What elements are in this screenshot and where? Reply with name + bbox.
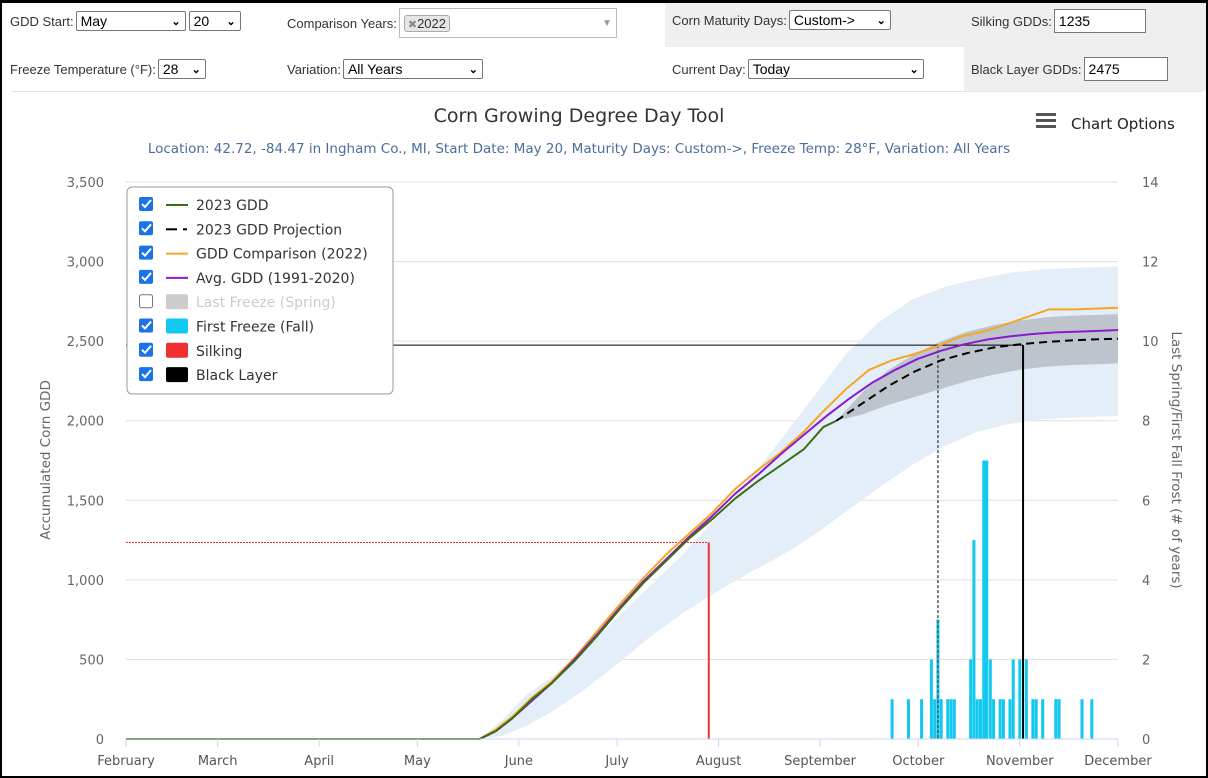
y2-tick-label: 10: [1142, 335, 1159, 350]
frost-bar: [1041, 699, 1045, 739]
checkbox-checked: [139, 269, 153, 284]
frost-bar: [978, 699, 982, 739]
frost-bar: [949, 699, 953, 739]
frost-bar: [982, 460, 989, 739]
frost-bar: [998, 699, 1002, 739]
legend-item[interactable]: Last Freeze (Spring): [139, 294, 336, 311]
legend-label: Silking: [196, 344, 242, 360]
legend-label: Last Freeze (Spring): [196, 295, 336, 311]
frost-bar: [906, 699, 910, 739]
menu-icon-bar: [1036, 125, 1056, 128]
legend-label: Black Layer: [196, 368, 278, 384]
frost-bars: [890, 460, 1094, 739]
frost-bar: [946, 699, 950, 739]
y-tick-label: 0: [96, 733, 104, 748]
frost-bar: [920, 699, 924, 739]
x-tick-label: November: [986, 754, 1054, 769]
frost-bar: [1031, 699, 1035, 739]
checkbox-checked: [139, 197, 153, 211]
frost-bar: [1080, 699, 1084, 739]
frost-bar: [1008, 699, 1012, 739]
y-tick-label: 500: [79, 653, 104, 668]
x-tick-label: August: [696, 754, 742, 769]
x-tick-label: July: [604, 754, 629, 769]
frost-bar: [952, 699, 956, 739]
x-tick-label: March: [198, 754, 238, 769]
x-tick-label: September: [784, 754, 857, 769]
frost-bar: [969, 659, 973, 739]
y-axis-label: Accumulated Corn GDD: [38, 380, 54, 540]
x-tick-label: June: [504, 754, 533, 769]
frost-bar: [1011, 659, 1015, 739]
frost-bar: [988, 659, 992, 739]
chart-options-button[interactable]: Chart Options: [1036, 113, 1175, 133]
checkbox-checked: [139, 342, 153, 357]
checkbox-unchecked: [139, 294, 153, 309]
legend-box-symbol: [166, 318, 188, 334]
gdd-chart: Corn Growing Degree Day Tool Location: 4…: [38, 105, 1184, 769]
frost-bar: [1090, 699, 1094, 739]
frost-bar: [890, 699, 894, 739]
legend: 2023 GDD 2023 GDD Projection GDD Compariso…: [126, 186, 394, 395]
frost-bar: [1018, 659, 1022, 739]
frost-bar: [1024, 659, 1028, 739]
menu-icon-bar: [1036, 113, 1056, 116]
frost-bar: [1034, 699, 1038, 739]
frost-bar: [929, 659, 933, 739]
y2-axis-label: Last Spring/First Fall Frost (# of years…: [1168, 331, 1184, 588]
legend-label: 2023 GDD Projection: [196, 222, 342, 238]
y-tick-label: 3,000: [67, 256, 104, 271]
legend-label: 2023 GDD: [196, 198, 269, 214]
legend-label: Avg. GDD (1991-2020): [196, 271, 355, 287]
y2-tick-label: 4: [1142, 574, 1150, 589]
checkbox-checked: [139, 318, 153, 333]
legend-box-symbol: [166, 342, 188, 358]
frost-bar: [1057, 699, 1061, 739]
y-tick-label: 3,500: [67, 176, 104, 191]
checkbox-checked: [139, 367, 153, 382]
y-tick-label: 2,500: [67, 335, 104, 350]
y-tick-label: 2,000: [67, 415, 104, 430]
frost-bar: [975, 699, 979, 739]
y2-tick-label: 14: [1142, 176, 1159, 191]
y-tick-label: 1,500: [67, 494, 104, 509]
y2-tick-label: 12: [1142, 256, 1159, 271]
x-tick-label: December: [1084, 754, 1152, 769]
frost-bar: [1001, 699, 1005, 739]
x-tick-label: October: [892, 754, 945, 769]
checkbox-checked: [139, 221, 153, 236]
y2-tick-label: 0: [1142, 733, 1150, 748]
menu-icon-bar: [1036, 119, 1056, 122]
frost-bar: [933, 699, 937, 739]
y2-tick-label: 2: [1142, 653, 1150, 668]
x-tick-label: May: [404, 754, 431, 769]
y2-tick-label: 8: [1142, 415, 1150, 430]
legend-box: [126, 186, 394, 395]
y2-tick-label: 6: [1142, 494, 1150, 509]
legend-box-symbol: [166, 294, 188, 310]
chart-options-label: Chart Options: [1071, 115, 1175, 133]
x-tick-label: April: [304, 754, 334, 769]
legend-label: GDD Comparison (2022): [196, 247, 368, 263]
checkbox-checked: [139, 245, 153, 260]
chart-title: Corn Growing Degree Day Tool: [434, 105, 725, 127]
frost-bar: [1054, 699, 1058, 739]
x-tick-label: February: [97, 754, 155, 769]
y-tick-label: 1,000: [67, 574, 104, 589]
frost-bar: [972, 540, 976, 739]
frost-bar: [992, 699, 996, 739]
frost-bar: [939, 699, 943, 739]
legend-box-symbol: [166, 367, 188, 383]
legend-label: First Freeze (Fall): [196, 320, 314, 336]
chart-subtitle: Location: 42.72, -84.47 in Ingham Co., M…: [148, 141, 1010, 157]
